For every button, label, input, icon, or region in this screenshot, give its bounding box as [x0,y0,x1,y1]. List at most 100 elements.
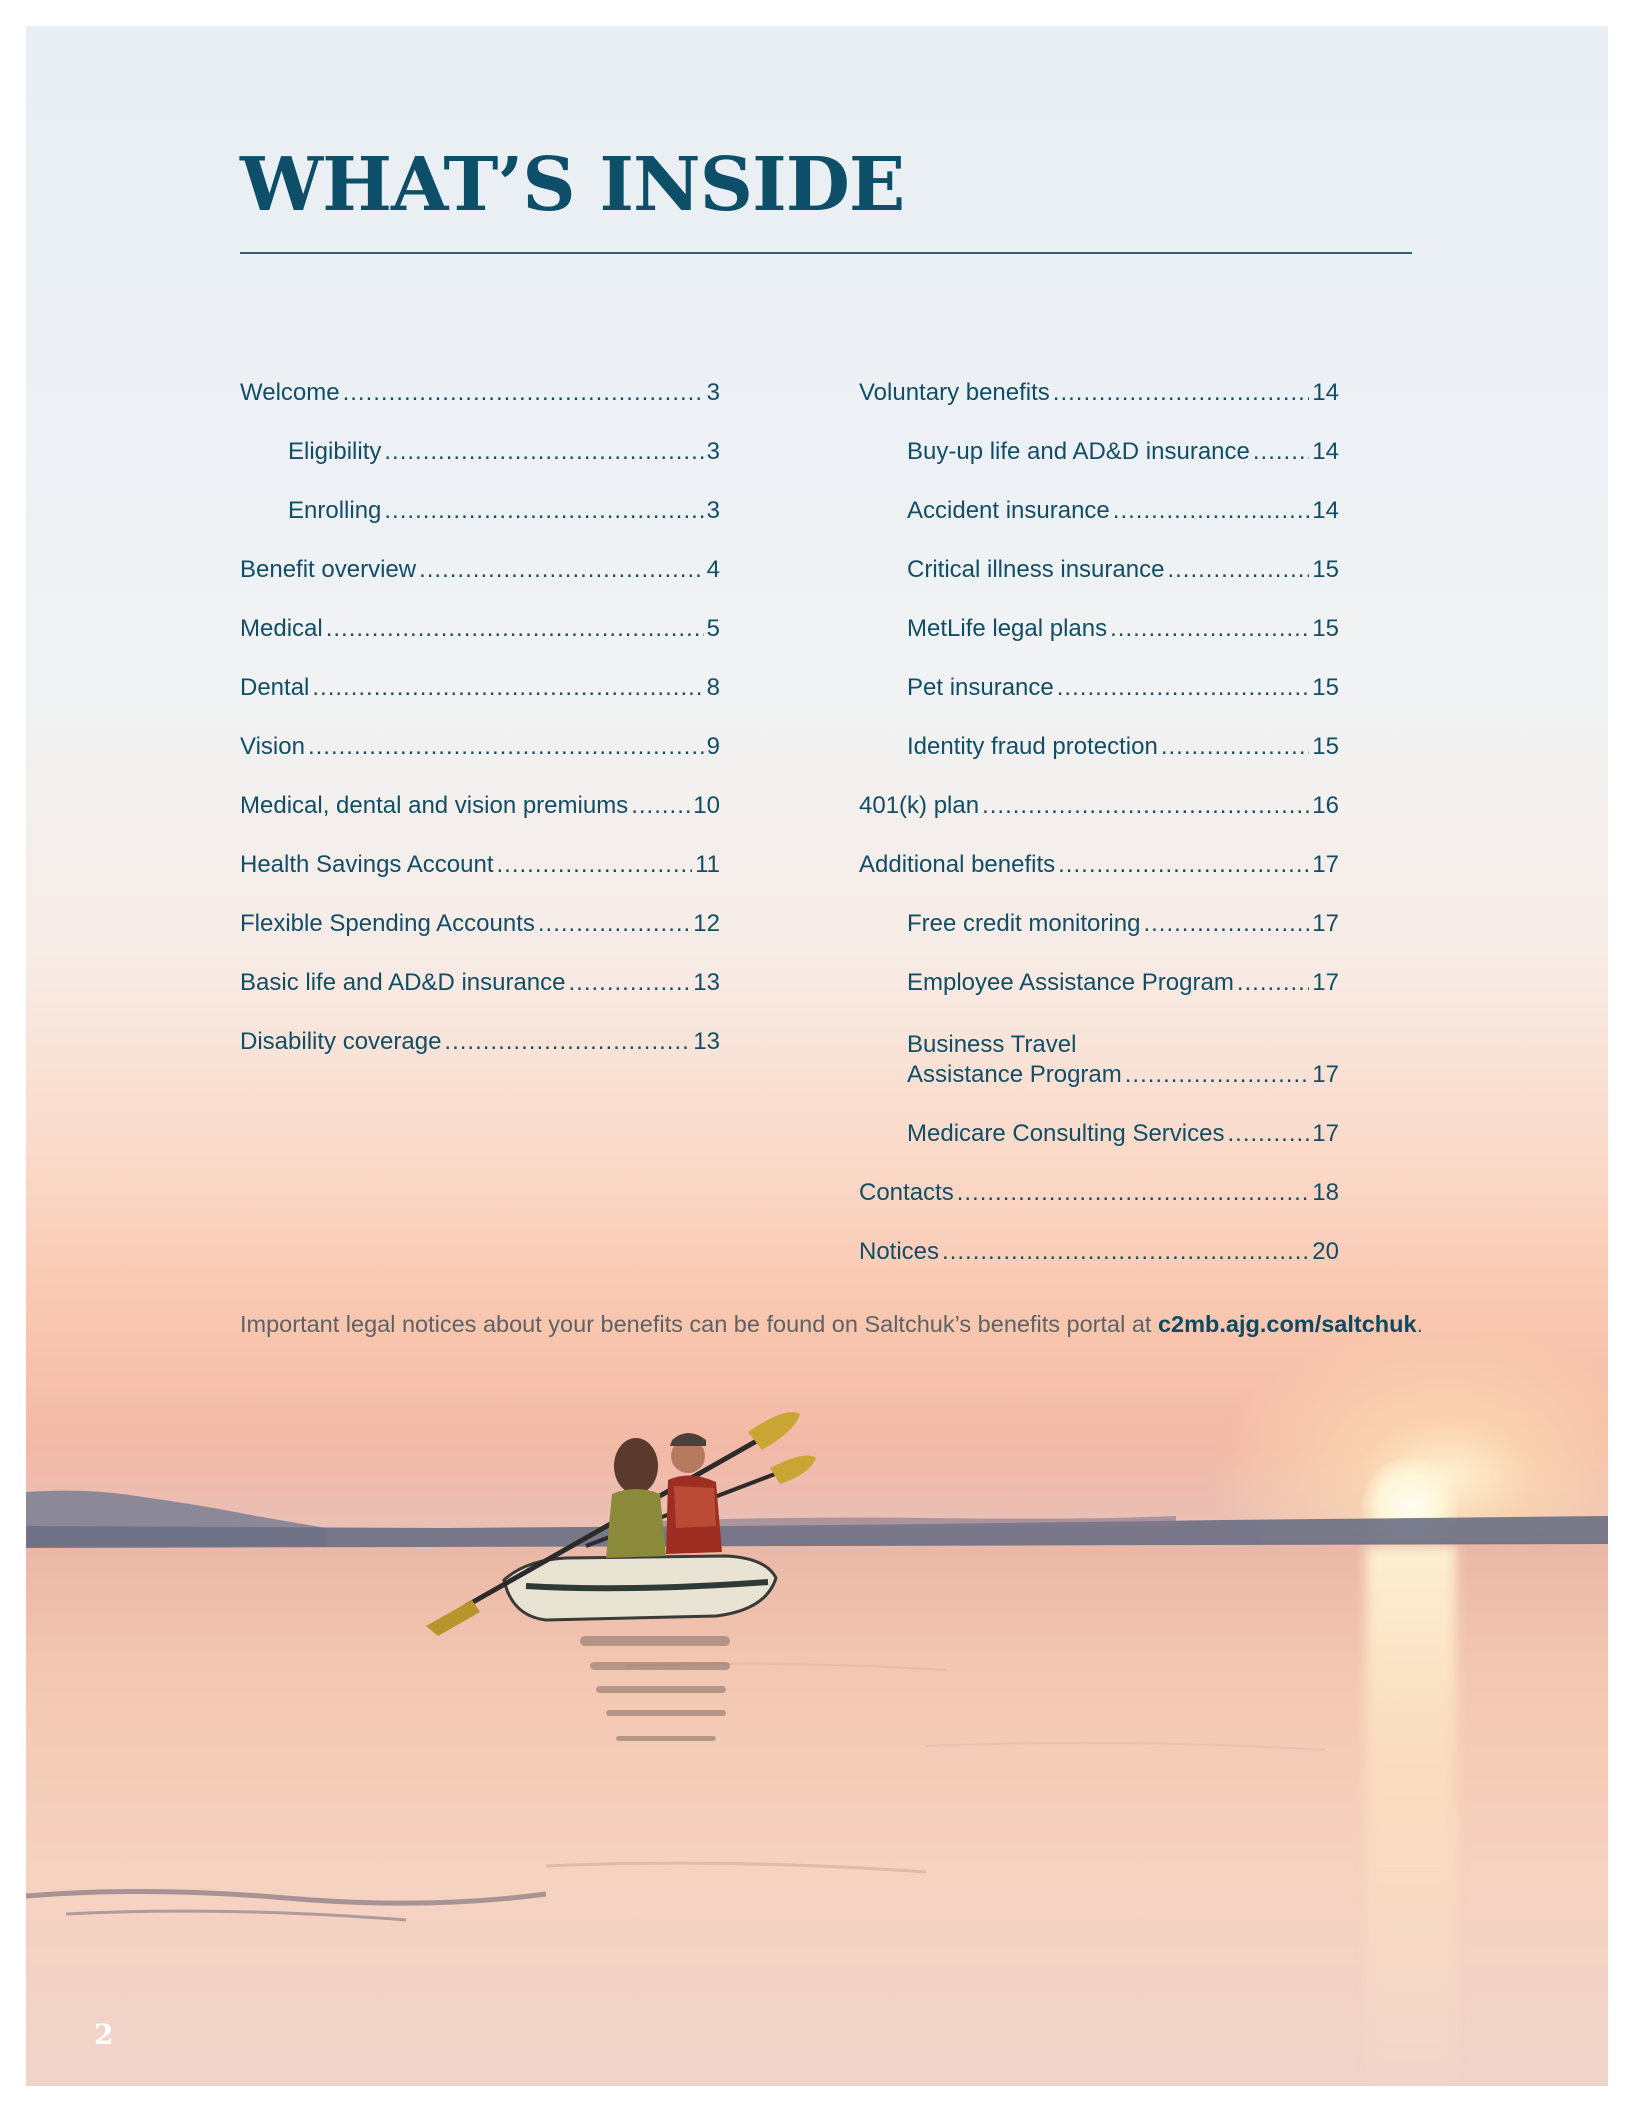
toc-label: Business Travel Assistance Program [907,1030,1122,1090]
toc-leader [1057,673,1310,703]
toc-entry[interactable]: Medicare Consulting Services 17 [859,1090,1339,1149]
toc-page-number: 20 [1312,1238,1339,1265]
toc-label: Medical [240,615,323,642]
toc-leader [1237,968,1309,998]
toc-label: Identity fraud protection [907,733,1158,760]
toc-entry[interactable]: Business Travel Assistance Program 17 [859,998,1339,1090]
toc-label: Voluntary benefits [859,379,1050,406]
toc-entry[interactable]: Eligibility 3 [240,408,720,467]
toc-page-number: 10 [693,792,720,819]
toc-page-number: 8 [706,674,720,701]
toc-page-number: 17 [1312,969,1339,996]
toc-page-number: 13 [693,1028,720,1055]
toc-leader [1167,555,1309,585]
toc-leader [1053,378,1310,408]
kayak-reflection [580,1636,730,1741]
toc-page-number: 3 [706,438,720,465]
toc-entry[interactable]: Contacts 18 [859,1149,1339,1208]
toc-label: Critical illness insurance [907,556,1165,583]
toc-leader [326,614,704,644]
toc-leader [1058,850,1309,880]
toc-leader [384,496,703,526]
toc-entry[interactable]: Accident insurance 14 [859,467,1339,526]
toc-page-number: 4 [706,556,720,583]
toc-entry[interactable]: 401(k) plan 16 [859,762,1339,821]
toc-leader [569,968,691,998]
toc-page-number: 14 [1312,497,1339,524]
toc-label: Disability coverage [240,1028,442,1055]
toc-entry[interactable]: MetLife legal plans 15 [859,585,1339,644]
toc-leader [308,732,704,762]
toc-entry[interactable]: Pet insurance 15 [859,644,1339,703]
toc-label: Pet insurance [907,674,1054,701]
legal-notice-end: . [1416,1310,1424,1337]
benefits-portal-link[interactable]: c2mb.ajg.com/saltchuk [1158,1311,1417,1337]
toc-label: Employee Assistance Program [907,969,1234,996]
toc-entry[interactable]: Voluntary benefits 14 [859,349,1339,408]
toc-page-number: 16 [1312,792,1339,819]
toc-page-number: 3 [706,379,720,406]
toc-entry[interactable]: Disability coverage 13 [240,998,720,1057]
toc-page-number: 5 [706,615,720,642]
toc-leader [982,791,1309,821]
toc-entry[interactable]: Medical 5 [240,585,720,644]
toc-page-number: 11 [695,851,720,878]
toc-label: Dental [240,674,310,701]
toc-page-number: 14 [1312,379,1339,406]
toc-entry[interactable]: Vision 9 [240,703,720,762]
toc-right-column: Voluntary benefits 14 Buy-up life and AD&… [859,349,1339,1267]
toc-entry[interactable]: Benefit overview 4 [240,526,720,585]
toc-page-number: 17 [1312,1120,1339,1147]
toc-entry[interactable]: Free credit monitoring 17 [859,880,1339,939]
toc-label: Medical, dental and vision premiums [240,792,629,819]
toc-label: Notices [859,1238,940,1265]
toc-entry[interactable]: Dental 8 [240,644,720,703]
toc-leader [419,555,704,585]
toc-page-number: 15 [1312,733,1339,760]
toc-entry[interactable]: Employee Assistance Program 17 [859,939,1339,998]
toc-leader [384,437,703,467]
toc-leader [1110,614,1309,644]
toc-entry[interactable]: Critical illness insurance 15 [859,526,1339,585]
toc-leader [444,1027,690,1057]
toc-entry[interactable]: Additional benefits 17 [859,821,1339,880]
page-title: WHAT’S INSIDE [240,142,905,228]
toc-leader [631,791,690,821]
toc-label-line2: Assistance Program [907,1061,1122,1088]
toc-entry[interactable]: Enrolling 3 [240,467,720,526]
toc-entry[interactable]: Basic life and AD&D insurance 13 [240,939,720,998]
toc-entry[interactable]: Buy-up life and AD&D insurance 14 [859,408,1339,467]
toc-label-line1: Business Travel [907,1031,1077,1058]
toc-leader [497,850,693,880]
toc-entry[interactable]: Identity fraud protection 15 [859,703,1339,762]
toc-page-number: 13 [693,969,720,996]
toc-label: Contacts [859,1179,954,1206]
toc-page-number: 17 [1312,851,1339,878]
toc-label: Vision [240,733,305,760]
toc-leader [343,378,704,408]
toc-label: 401(k) plan [859,792,980,819]
toc-label: Buy-up life and AD&D insurance [907,438,1250,465]
toc-page-number: 17 [1312,1061,1339,1088]
legal-notice-text: Important legal notices about your benef… [240,1310,1158,1337]
legal-notice: Important legal notices about your benef… [240,1311,1440,1338]
toc-entry[interactable]: Flexible Spending Accounts 12 [240,880,720,939]
toc-leader [1161,732,1309,762]
toc-page-number: 12 [693,910,720,937]
toc-entry[interactable]: Health Savings Account 11 [240,821,720,880]
toc-leader [1253,437,1309,467]
toc-entry[interactable]: Notices 20 [859,1208,1339,1267]
toc-leader [312,673,703,703]
toc-label: Welcome [240,379,340,406]
toc-leader [1113,496,1310,526]
toc-label: Accident insurance [907,497,1110,524]
toc-leader [1125,1060,1310,1090]
toc-page-number: 15 [1312,674,1339,701]
toc-page-number: 17 [1312,910,1339,937]
toc-leader [1143,909,1309,939]
toc-entry[interactable]: Medical, dental and vision premiums 10 [240,762,720,821]
toc-page-number: 9 [706,733,720,760]
toc-entry[interactable]: Welcome 3 [240,349,720,408]
toc-left-column: Welcome 3 Eligibility 3 Enrolling 3 Benefit… [240,349,720,1057]
toc-label: Free credit monitoring [907,910,1141,937]
